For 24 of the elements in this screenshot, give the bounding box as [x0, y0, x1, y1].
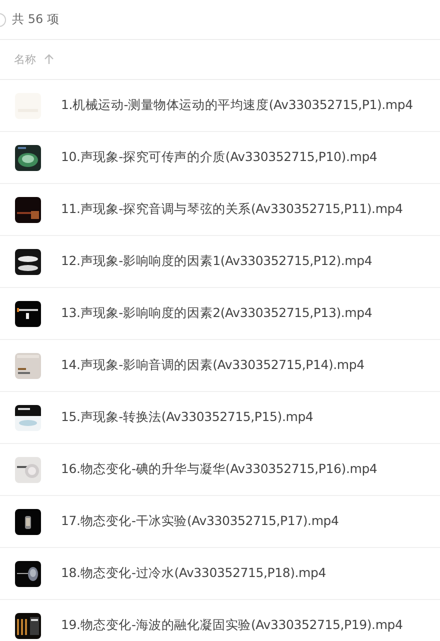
file-name: 12.声现象-影响响度的因素1(Av330352715,P12).mp4 — [61, 253, 372, 270]
file-name: 11.声现象-探究音调与琴弦的关系(Av330352715,P11).mp4 — [61, 201, 403, 218]
file-name: 16.物态变化-碘的升华与凝华(Av330352715,P16).mp4 — [61, 461, 378, 478]
file-row[interactable]: 1.机械运动-测量物体运动的平均速度(Av330352715,P1).mp4 — [0, 80, 440, 132]
sort-arrow-icon[interactable] — [44, 54, 54, 65]
file-row[interactable]: 16.物态变化-碘的升华与凝华(Av330352715,P16).mp4 — [0, 444, 440, 496]
file-name: 10.声现象-探究可传声的介质(Av330352715,P10).mp4 — [61, 149, 378, 166]
file-row[interactable]: 18.物态变化-过冷水(Av330352715,P18).mp4 — [0, 548, 440, 600]
file-name: 14.声现象-影响音调的因素(Av330352715,P14).mp4 — [61, 357, 364, 374]
file-row[interactable]: 17.物态变化-干冰实验(Av330352715,P17).mp4 — [0, 496, 440, 548]
file-name: 17.物态变化-干冰实验(Av330352715,P17).mp4 — [61, 513, 339, 530]
file-name: 15.声现象-转换法(Av330352715,P15).mp4 — [61, 409, 314, 426]
file-row[interactable]: 13.声现象-影响响度的因素2(Av330352715,P13).mp4 — [0, 288, 440, 340]
file-row[interactable]: 14.声现象-影响音调的因素(Av330352715,P14).mp4 — [0, 340, 440, 392]
file-name: 19.物态变化-海波的融化凝固实验(Av330352715,P19).mp4 — [61, 617, 403, 634]
item-count: 共 56 项 — [12, 11, 59, 28]
file-row[interactable]: 10.声现象-探究可传声的介质(Av330352715,P10).mp4 — [0, 132, 440, 184]
file-row[interactable]: 15.声现象-转换法(Av330352715,P15).mp4 — [0, 392, 440, 444]
file-name: 1.机械运动-测量物体运动的平均速度(Av330352715,P1).mp4 — [61, 97, 413, 114]
file-row[interactable]: 19.物态变化-海波的融化凝固实验(Av330352715,P19).mp4 — [0, 600, 440, 641]
file-row[interactable]: 11.声现象-探究音调与琴弦的关系(Av330352715,P11).mp4 — [0, 184, 440, 236]
file-name: 13.声现象-影响响度的因素2(Av330352715,P13).mp4 — [61, 305, 372, 322]
file-row[interactable]: 12.声现象-影响响度的因素1(Av330352715,P12).mp4 — [0, 236, 440, 288]
file-name: 18.物态变化-过冷水(Av330352715,P18).mp4 — [61, 565, 326, 582]
